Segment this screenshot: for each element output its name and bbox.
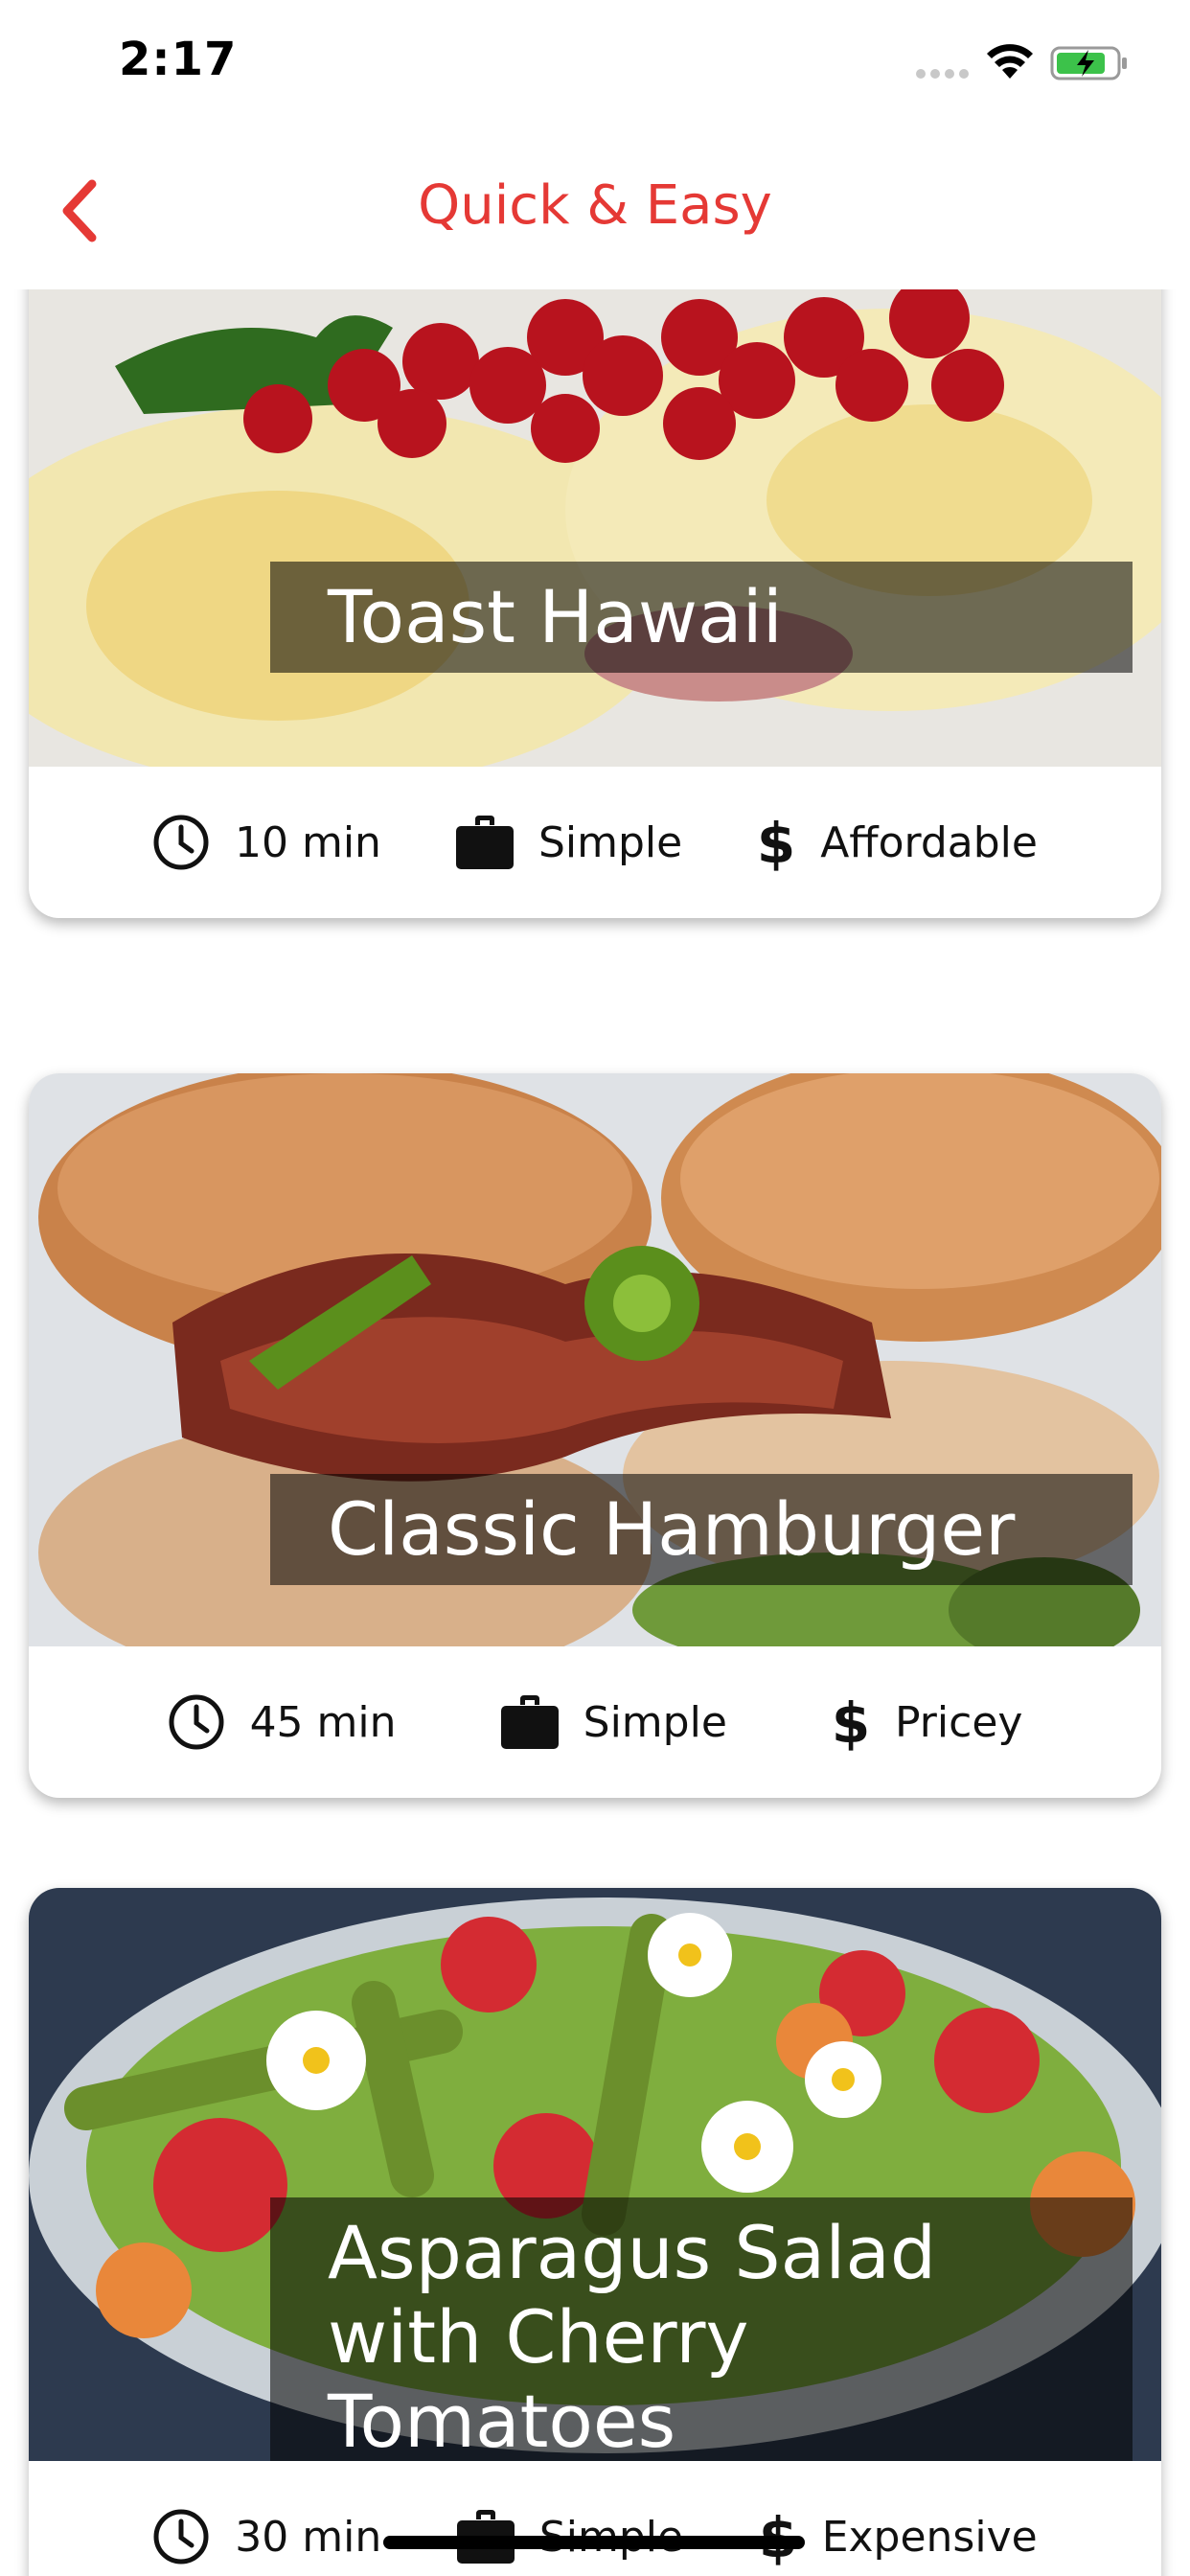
meal-image: Classic Hamburger bbox=[29, 1073, 1161, 1646]
meal-details: 30 min Simple $ Expensive bbox=[29, 2461, 1161, 2576]
meal-image: Toast Hawaii bbox=[29, 289, 1161, 767]
dollar-icon: $ bbox=[757, 813, 795, 872]
page-title: Quick & Easy bbox=[418, 174, 772, 237]
meal-details: 45 min Simple $ Pricey bbox=[29, 1646, 1161, 1798]
battery-charging-icon bbox=[1050, 46, 1127, 80]
meal-list[interactable]: Toast Hawaii 10 min Simple $ Affordable … bbox=[0, 289, 1190, 2576]
affordability-label: Pricey bbox=[895, 1697, 1023, 1747]
dollar-icon: $ bbox=[832, 1692, 870, 1752]
meal-card[interactable]: Asparagus Salad with Cherry Tomatoes 30 … bbox=[29, 1888, 1161, 2576]
briefcase-icon bbox=[500, 1695, 559, 1749]
briefcase-icon bbox=[455, 816, 514, 869]
clock-icon bbox=[153, 2509, 209, 2564]
svg-text:$: $ bbox=[757, 813, 795, 872]
home-indicator[interactable] bbox=[383, 2536, 805, 2549]
meal-image: Asparagus Salad with Cherry Tomatoes bbox=[29, 1888, 1161, 2461]
wifi-icon bbox=[987, 44, 1033, 79]
duration: 10 min bbox=[152, 814, 381, 871]
duration-label: 10 min bbox=[235, 817, 381, 867]
navigation-header: Quick & Easy bbox=[0, 126, 1190, 289]
meal-card[interactable]: Toast Hawaii 10 min Simple $ Affordable bbox=[29, 289, 1161, 918]
complexity: Simple bbox=[500, 1695, 727, 1749]
affordability-label: Expensive bbox=[821, 2512, 1038, 2562]
cellular-signal-icon bbox=[916, 69, 969, 79]
complexity-label: Simple bbox=[538, 817, 683, 867]
meal-details: 10 min Simple $ Affordable bbox=[29, 767, 1161, 918]
meal-title: Asparagus Salad with Cherry Tomatoes bbox=[270, 2197, 1133, 2461]
clock-icon bbox=[153, 815, 209, 870]
affordability: $ Pricey bbox=[832, 1692, 1022, 1752]
status-bar: 2:17 bbox=[0, 0, 1190, 126]
meal-title: Classic Hamburger bbox=[270, 1474, 1133, 1585]
duration: 30 min bbox=[152, 2508, 381, 2565]
duration: 45 min bbox=[168, 1693, 397, 1751]
affordability-label: Affordable bbox=[820, 817, 1038, 867]
status-time: 2:17 bbox=[119, 33, 238, 86]
meal-card[interactable]: Classic Hamburger 45 min Simple $ Pricey bbox=[29, 1073, 1161, 1798]
complexity-label: Simple bbox=[583, 1697, 727, 1747]
svg-text:$: $ bbox=[832, 1692, 870, 1752]
affordability: $ Affordable bbox=[757, 813, 1038, 872]
clock-icon bbox=[169, 1694, 224, 1750]
duration-label: 30 min bbox=[235, 2512, 382, 2562]
complexity: Simple bbox=[455, 816, 683, 869]
meal-title: Toast Hawaii bbox=[270, 562, 1133, 673]
duration-label: 45 min bbox=[249, 1697, 397, 1747]
